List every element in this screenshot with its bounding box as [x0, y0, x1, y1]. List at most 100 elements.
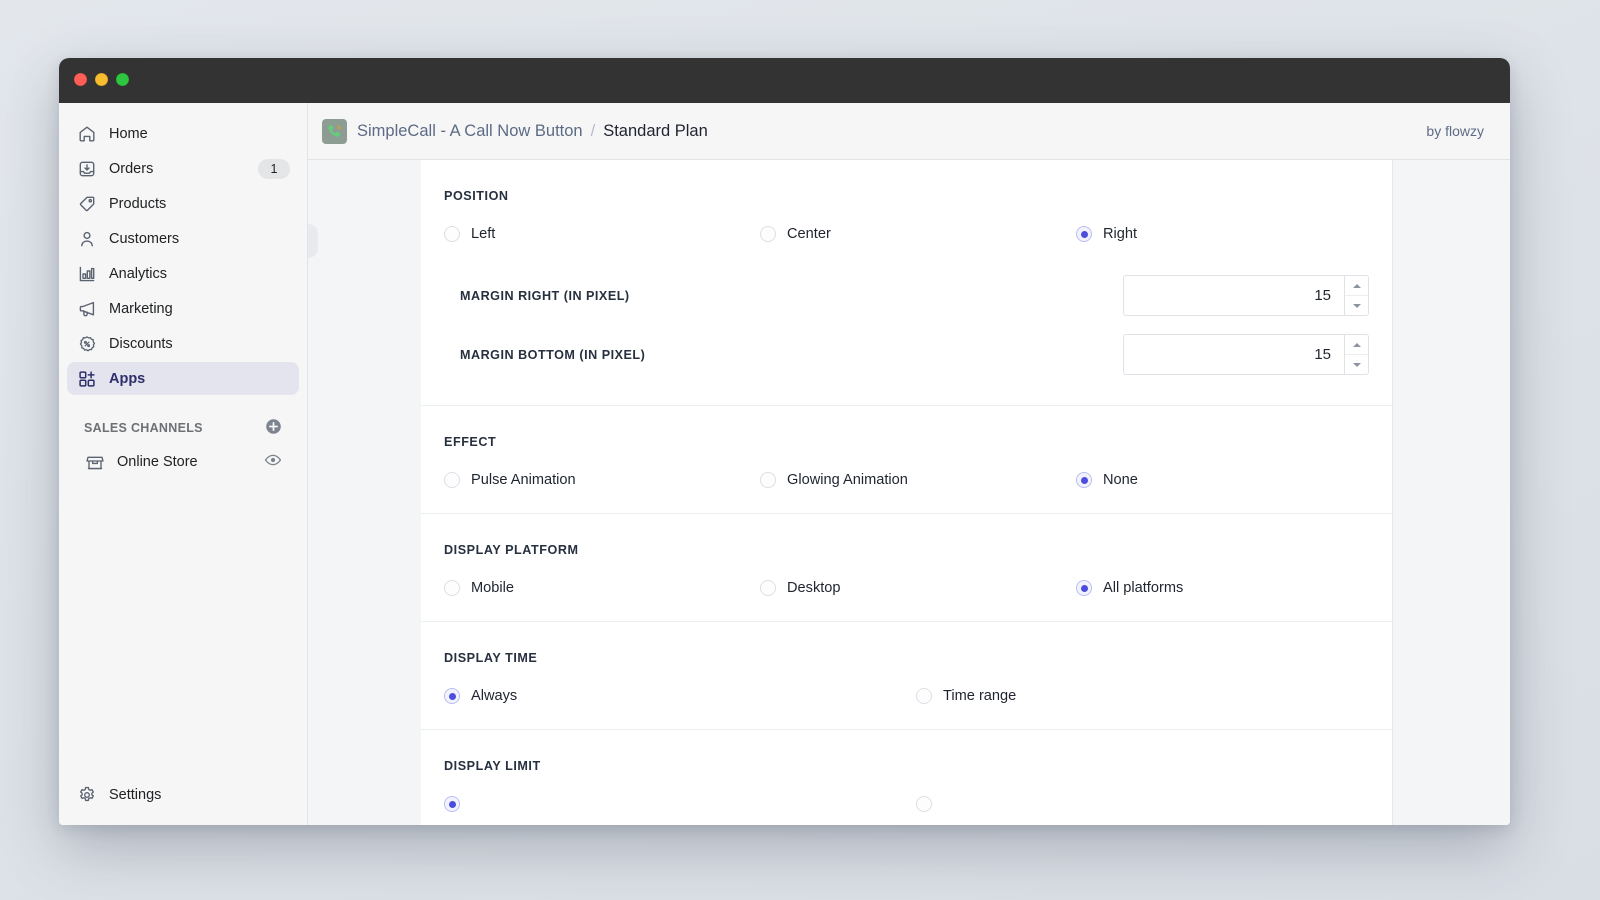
radio-position-right[interactable]: Right — [1076, 226, 1369, 242]
right-gutter — [1393, 160, 1510, 825]
radio-label: Desktop — [787, 580, 841, 596]
sidebar-item-label: Online Store — [117, 453, 198, 470]
maximize-window-button[interactable] — [116, 73, 129, 86]
breadcrumb-separator: / — [590, 121, 596, 140]
radio-time-always[interactable]: Always — [444, 688, 916, 704]
field-label: MARGIN RIGHT (IN PIXEL) — [460, 288, 630, 303]
orders-inbox-icon — [76, 158, 98, 180]
radio-label: None — [1103, 472, 1138, 488]
radio-effect-pulse[interactable]: Pulse Animation — [444, 472, 760, 488]
discount-percent-icon — [76, 333, 98, 355]
sidebar-item-label: Apps — [109, 370, 146, 387]
display-time-radio-group: Always Time range — [444, 665, 1369, 729]
sidebar-item-label: Orders — [109, 160, 154, 177]
radio-label: Always — [471, 688, 518, 704]
radio-time-range[interactable]: Time range — [916, 688, 1369, 704]
radio-effect-none[interactable]: None — [1076, 472, 1369, 488]
radio-position-left[interactable]: Left — [444, 226, 760, 242]
sidebar-item-products[interactable]: Products — [67, 187, 299, 220]
minimize-window-button[interactable] — [95, 73, 108, 86]
sidebar-item-online-store[interactable]: Online Store — [75, 445, 291, 478]
radio-dot — [444, 580, 460, 596]
settings-card: POSITION Left Center Right MARGIN RIGHT … — [421, 160, 1393, 825]
radio-label: Glowing Animation — [787, 472, 908, 488]
radio-limit-option-2[interactable] — [916, 796, 1369, 812]
sidebar-nav: Home Orders 1 Products Customers Analyti… — [59, 103, 307, 478]
section-title: DISPLAY PLATFORM — [444, 543, 579, 557]
radio-dot — [444, 688, 460, 704]
storefront-icon — [84, 451, 106, 473]
eye-icon[interactable] — [264, 451, 282, 473]
radio-limit-option-1[interactable] — [444, 796, 916, 812]
section-title: DISPLAY LIMIT — [444, 759, 541, 773]
panel-resize-handle[interactable] — [308, 224, 318, 258]
radio-dot — [444, 796, 460, 812]
plus-circle-icon[interactable] — [265, 418, 282, 438]
sidebar-item-orders[interactable]: Orders 1 — [67, 152, 299, 185]
margin-bottom-input[interactable]: 15 — [1123, 334, 1344, 375]
apps-grid-plus-icon — [76, 368, 98, 390]
radio-label: Time range — [943, 688, 1017, 704]
radio-dot — [1076, 580, 1092, 596]
marketing-megaphone-icon — [76, 298, 98, 320]
radio-dot — [760, 580, 776, 596]
radio-label: All platforms — [1103, 580, 1184, 596]
increment-button[interactable] — [1345, 335, 1368, 355]
sidebar-item-customers[interactable]: Customers — [67, 222, 299, 255]
field-margin-right: MARGIN RIGHT (IN PIXEL) 15 — [444, 267, 1369, 326]
phone-call-app-icon — [322, 118, 347, 144]
sidebar-item-apps[interactable]: Apps — [67, 362, 299, 395]
sidebar-item-home[interactable]: Home — [67, 117, 299, 150]
display-limit-radio-group — [444, 773, 1369, 825]
radio-effect-glowing[interactable]: Glowing Animation — [760, 472, 1076, 488]
sidebar-item-label: Home — [109, 125, 148, 142]
radio-label: Right — [1103, 226, 1138, 242]
content-pane: SimpleCall - A Call Now Button / Standar… — [308, 103, 1510, 825]
analytics-bars-icon — [76, 263, 98, 285]
margin-bottom-stepper[interactable]: 15 — [1123, 334, 1369, 375]
radio-platform-desktop[interactable]: Desktop — [760, 580, 1076, 596]
margin-right-input[interactable]: 15 — [1123, 275, 1344, 316]
sidebar-item-discounts[interactable]: Discounts — [67, 327, 299, 360]
sidebar-item-analytics[interactable]: Analytics — [67, 257, 299, 290]
radio-position-center[interactable]: Center — [760, 226, 1076, 242]
product-tag-icon — [76, 193, 98, 215]
chevron-down-icon — [1352, 362, 1361, 367]
sidebar-item-marketing[interactable]: Marketing — [67, 292, 299, 325]
section-title: EFFECT — [444, 435, 497, 449]
radio-dot — [444, 472, 460, 488]
effect-radio-group: Pulse Animation Glowing Animation None — [444, 449, 1369, 513]
breadcrumb-current-page: Standard Plan — [603, 121, 708, 140]
decrement-button[interactable] — [1345, 296, 1368, 315]
radio-platform-all[interactable]: All platforms — [1076, 580, 1369, 596]
decrement-button[interactable] — [1345, 355, 1368, 374]
radio-dot — [916, 688, 932, 704]
close-window-button[interactable] — [74, 73, 87, 86]
sidebar-item-label: Customers — [109, 230, 180, 247]
sidebar-item-settings[interactable]: Settings — [67, 778, 170, 811]
left-gutter — [308, 160, 422, 825]
radio-label: Mobile — [471, 580, 514, 596]
margin-right-spinners[interactable] — [1344, 275, 1369, 316]
main-sidebar: Home Orders 1 Products Customers Analyti… — [59, 103, 308, 825]
section-title: POSITION — [444, 189, 509, 203]
window-body: Home Orders 1 Products Customers Analyti… — [59, 103, 1510, 825]
section-title: DISPLAY TIME — [444, 651, 538, 665]
section-effect: EFFECT Pulse Animation Glowing Animation — [421, 406, 1392, 514]
increment-button[interactable] — [1345, 276, 1368, 296]
section-display-time: DISPLAY TIME Always Time range — [421, 622, 1392, 730]
radio-platform-mobile[interactable]: Mobile — [444, 580, 760, 596]
section-position: POSITION Left Center Right MARGIN RIGHT … — [421, 160, 1392, 406]
breadcrumb-app-name[interactable]: SimpleCall - A Call Now Button — [357, 122, 583, 141]
gear-icon — [76, 784, 98, 806]
chevron-up-icon — [1352, 342, 1361, 347]
margin-right-stepper[interactable]: 15 — [1123, 275, 1369, 316]
browser-window: Home Orders 1 Products Customers Analyti… — [59, 58, 1510, 825]
radio-label: Pulse Animation — [471, 472, 576, 488]
chevron-down-icon — [1352, 303, 1361, 308]
app-breadcrumb-bar: SimpleCall - A Call Now Button / Standar… — [308, 103, 1510, 160]
position-radio-group: Left Center Right — [444, 203, 1369, 267]
margin-bottom-spinners[interactable] — [1344, 334, 1369, 375]
section-display-limit: DISPLAY LIMIT — [421, 730, 1392, 825]
sidebar-item-label: Products — [109, 195, 167, 212]
